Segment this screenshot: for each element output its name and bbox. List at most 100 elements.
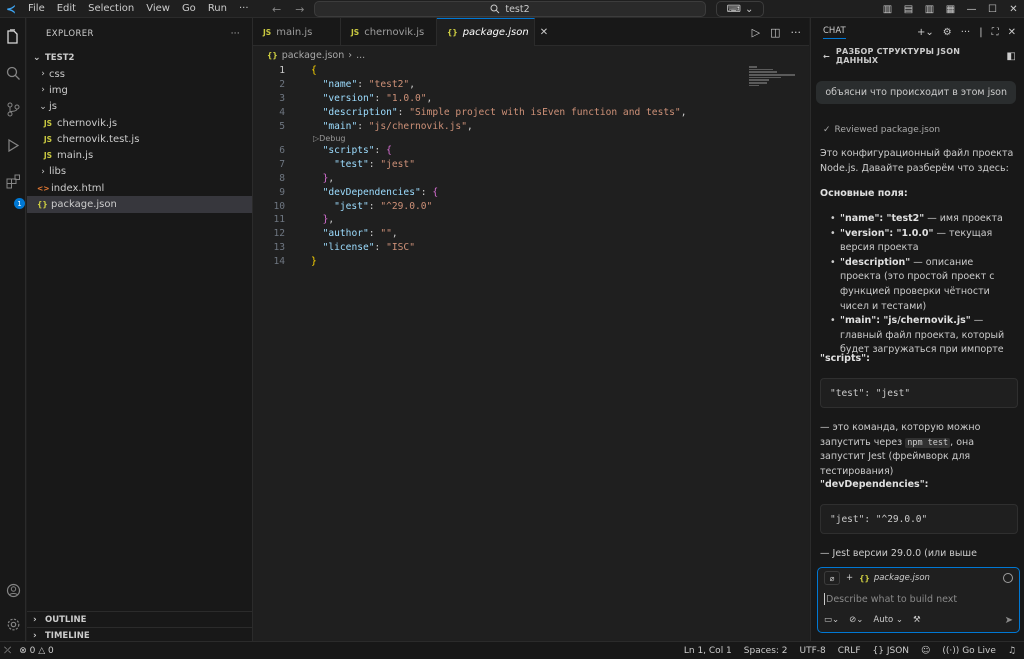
copilot-button[interactable]: ⌨ ⌄ [716, 1, 764, 17]
forward-arrow-icon[interactable]: → [295, 3, 304, 16]
tree-item-package-json[interactable]: {} package.json [27, 196, 252, 213]
copilot-status-icon[interactable]: ☺ [921, 646, 930, 656]
split-editor-icon[interactable]: ◫ [770, 26, 780, 39]
copilot-icon: ⌨ [726, 3, 742, 15]
breadcrumb-file[interactable]: package.json [282, 50, 345, 61]
remote-icon[interactable]: ⤫ [4, 646, 11, 656]
line-number: 8 [279, 172, 285, 184]
editor-area: JS main.js JS chernovik.js {} package.js… [253, 18, 809, 641]
new-chat-icon[interactable]: +⌄ [917, 27, 934, 38]
code-line: 9 "devDependencies": { [253, 185, 809, 199]
tab-main-js[interactable]: JS main.js [253, 18, 341, 46]
language-label: JSON [886, 645, 910, 656]
code-text: "main": "js/chernovik.js", [322, 120, 473, 132]
tab-chernovik-js[interactable]: JS chernovik.js [341, 18, 437, 46]
tree-item-img[interactable]: › img [27, 82, 252, 98]
close-tab-icon[interactable]: ✕ [540, 27, 548, 38]
code-text: "name": "test2", [322, 79, 415, 91]
tree-item-index-html[interactable]: <> index.html [27, 180, 252, 196]
model-selector[interactable]: Auto ⌄ [873, 615, 903, 625]
tree-item-css[interactable]: › css [27, 66, 252, 82]
error-count: 0 [29, 645, 36, 656]
encoding[interactable]: UTF-8 [800, 646, 826, 656]
source-control-icon[interactable] [4, 100, 22, 118]
search-icon[interactable] [4, 64, 22, 82]
problems-indicator[interactable]: ⊗ 0 △ 0 [19, 646, 54, 656]
attach-paperclip-icon[interactable]: ⌀ [824, 571, 840, 585]
line-number: 14 [273, 255, 285, 267]
go-live-button[interactable]: ((·)) Go Live [942, 646, 996, 656]
toggle-secondary-sidebar-icon[interactable]: ▥ [919, 4, 940, 15]
tree-item-label: index.html [51, 182, 105, 194]
js-file-icon: JS [43, 134, 53, 144]
tab-package-json[interactable]: {} package.json ✕ [437, 18, 548, 46]
add-context-icon[interactable]: + [846, 573, 853, 583]
chevron-right-icon: › [33, 630, 37, 641]
back-arrow-icon[interactable]: ← [823, 52, 830, 61]
menu-view[interactable]: View [140, 0, 176, 18]
send-icon[interactable]: ➤ [1005, 615, 1013, 626]
more-actions-icon[interactable]: ··· [791, 26, 802, 39]
extensions-icon[interactable] [4, 172, 22, 190]
more-actions-icon[interactable]: ··· [231, 29, 240, 39]
field-key: "name": "test2" [840, 213, 925, 224]
close-window-icon[interactable]: ✕ [1003, 4, 1024, 15]
settings-gear-icon[interactable]: ⚙ [943, 27, 952, 38]
menu-bar: File Edit Selection View Go Run ··· [22, 0, 255, 18]
line-number: 6 [279, 145, 285, 157]
explorer-files-icon[interactable] [4, 28, 22, 46]
tree-item-chernovik-js[interactable]: JS chernovik.js [27, 115, 252, 131]
layout-icon[interactable]: ▦ [940, 4, 961, 15]
close-panel-icon[interactable]: ✕ [1008, 27, 1016, 38]
fields-list: "name": "test2" — имя проекта"version": … [820, 212, 1016, 358]
tree-item-libs[interactable]: › libs [27, 164, 252, 180]
settings-gear-icon[interactable] [4, 615, 22, 633]
chat-tab-label[interactable]: CHAT [823, 26, 846, 39]
context-file-chip[interactable]: {} package.json [859, 573, 930, 583]
menu-run[interactable]: Run [202, 0, 233, 18]
maximize-panel-icon[interactable]: ⛶ [992, 27, 999, 38]
tree-item-main-js[interactable]: JS main.js [27, 147, 252, 163]
command-center-search[interactable]: test2 [314, 1, 706, 17]
run-icon[interactable]: ▷ [752, 26, 760, 39]
account-icon[interactable] [4, 581, 22, 599]
code-editor[interactable]: 1{2 "name": "test2", 3 "version": "1.0.0"… [253, 64, 809, 268]
session-options-icon[interactable]: ◧ [1006, 51, 1016, 62]
menu-more-button[interactable]: ··· [233, 0, 255, 18]
cursor-position[interactable]: Ln 1, Col 1 [684, 646, 732, 656]
back-arrow-icon[interactable]: ← [272, 3, 281, 16]
toggle-panel-icon[interactable]: ▤ [898, 4, 919, 15]
line-number: 1 [279, 65, 285, 77]
line-number: 13 [273, 241, 285, 253]
menu-selection[interactable]: Selection [82, 0, 140, 18]
workspace-root[interactable]: ⌄ TEST2 [27, 50, 252, 66]
tools-icon[interactable]: ⊘⌄ [849, 615, 863, 625]
outline-section[interactable]: › OUTLINE [27, 611, 253, 627]
breadcrumb-symbol[interactable]: ... [356, 50, 365, 61]
maximize-icon[interactable]: ☐ [982, 4, 1003, 15]
code-line: 11 }, [253, 213, 809, 227]
menu-edit[interactable]: Edit [51, 0, 82, 18]
devdeps-heading-text: "devDependencies": [820, 479, 929, 490]
breadcrumb-separator: › [348, 49, 353, 61]
language-mode[interactable]: {} JSON [873, 646, 910, 656]
menu-go[interactable]: Go [176, 0, 202, 18]
notifications-bell-icon[interactable]: ♫ [1008, 646, 1016, 656]
minimize-icon[interactable]: — [961, 4, 982, 15]
debug-codelens[interactable]: ▷ Debug [253, 133, 809, 144]
tools-config-icon[interactable]: ⚒ [913, 615, 921, 625]
chat-prompt-input[interactable]: Describe what to build next [818, 588, 1019, 610]
run-debug-icon[interactable] [4, 136, 22, 154]
tree-item-chernovik-test-js[interactable]: JS chernovik.test.js [27, 131, 252, 147]
reviewed-status[interactable]: ✓ Reviewed package.json [823, 125, 940, 135]
line-number: 10 [273, 200, 285, 212]
agent-mode-icon[interactable]: ▭⌄ [824, 615, 839, 625]
minimap[interactable] [749, 66, 799, 92]
indentation[interactable]: Spaces: 2 [744, 646, 788, 656]
toggle-sidebar-icon[interactable]: ▥ [877, 4, 898, 15]
tree-item-js[interactable]: ⌄ js [27, 99, 252, 115]
menu-file[interactable]: File [22, 0, 51, 18]
more-actions-icon[interactable]: ··· [961, 27, 971, 38]
end-of-line[interactable]: CRLF [838, 646, 861, 656]
explorer-sidebar: EXPLORER ··· ⌄ TEST2 › css › img ⌄ js JS cherno… [27, 18, 253, 641]
